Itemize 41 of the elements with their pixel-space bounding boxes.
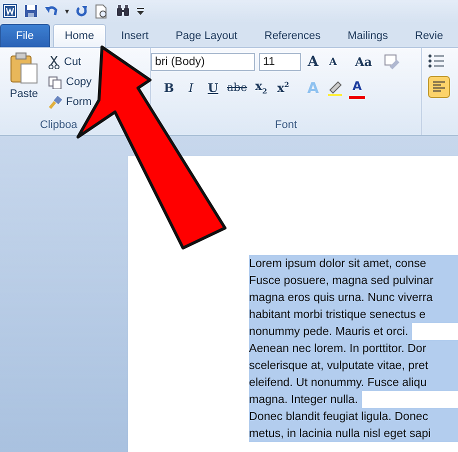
grow-font-button[interactable]: A [305,52,321,72]
ribbon-tab[interactable]: Insert [109,24,161,47]
italic-button[interactable]: I [183,78,199,98]
group-label: Font [274,119,297,133]
align-left-icon[interactable] [428,76,450,98]
ribbon-tab[interactable]: References [252,24,333,47]
highlighter-icon[interactable] [327,80,344,96]
brush-icon [48,96,62,108]
font-size-field[interactable]: 11 [259,53,301,71]
clear-formatting-icon[interactable] [384,54,400,70]
print-preview-icon[interactable] [95,4,110,18]
superscript-button[interactable]: x$^{2}$ [275,78,292,98]
redo-icon[interactable] [76,5,88,17]
customize-menu-icon[interactable] [137,6,144,16]
font-name-field[interactable]: bri (Body) [151,53,255,71]
subscript-button[interactable]: x$_{2}$ [253,78,270,98]
bullets-icon[interactable] [428,54,444,68]
copy-icon [48,76,62,88]
file-tab[interactable]: File [0,24,50,47]
cut-button[interactable]: Cut [48,52,82,72]
shrink-font-button[interactable]: A [325,52,341,72]
save-icon[interactable] [24,4,38,18]
undo-icon[interactable] [45,5,58,17]
binoculars-icon[interactable] [116,5,130,17]
word-logo-icon[interactable] [3,4,17,18]
ribbon-tab[interactable]: Home [52,24,106,47]
change-case-button[interactable]: Aa [355,52,372,72]
bold-button[interactable]: B [161,78,177,98]
paste-button[interactable]: Paste [10,84,38,104]
ribbon-tab[interactable]: Revie [403,24,456,47]
scissors-icon [48,56,60,68]
strikethrough-button[interactable]: abe [227,78,248,98]
font-color-button[interactable]: A [349,76,366,99]
menu-caret-icon[interactable]: ▾ [65,6,70,16]
paste-icon[interactable] [10,52,38,84]
ribbon-tab[interactable]: Mailings [336,24,400,47]
format-painter-button[interactable]: Form [48,92,92,112]
underline-button[interactable]: U [205,78,221,98]
group-label: Clipboa [40,119,78,133]
ribbon-tab[interactable]: Page Layout [164,24,250,47]
copy-button[interactable]: Copy [48,72,92,92]
